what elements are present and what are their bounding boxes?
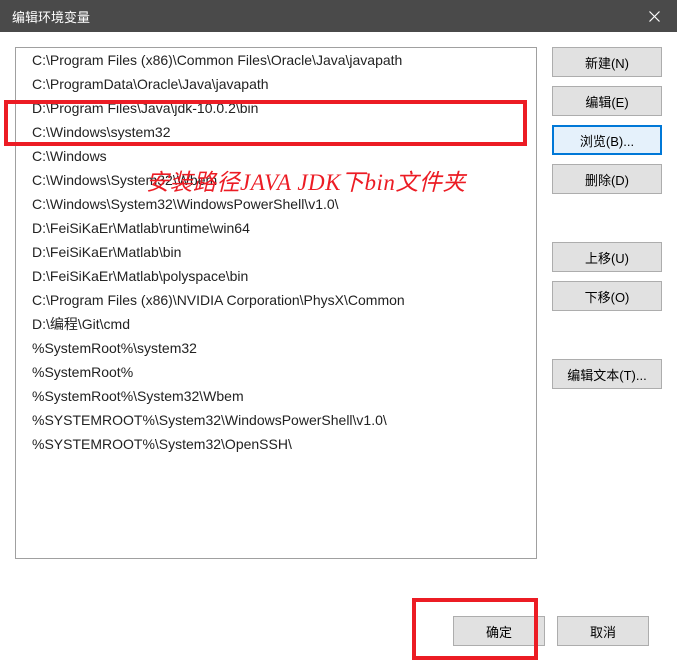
button-column: 新建(N) 编辑(E) 浏览(B)... 删除(D) 上移(U) 下移(O) 编…: [552, 47, 662, 559]
list-item[interactable]: D:\编程\Git\cmd: [16, 312, 536, 336]
browse-button[interactable]: 浏览(B)...: [552, 125, 662, 155]
new-button[interactable]: 新建(N): [552, 47, 662, 77]
list-item[interactable]: %SystemRoot%\system32: [16, 336, 536, 360]
move-up-button[interactable]: 上移(U): [552, 242, 662, 272]
list-item[interactable]: %SYSTEMROOT%\System32\OpenSSH\: [16, 432, 536, 456]
list-item[interactable]: C:\Windows\system32: [16, 120, 536, 144]
close-button[interactable]: [631, 0, 677, 32]
dialog-body: C:\Program Files (x86)\Common Files\Orac…: [0, 32, 677, 664]
delete-button[interactable]: 删除(D): [552, 164, 662, 194]
list-item[interactable]: %SYSTEMROOT%\System32\WindowsPowerShell\…: [16, 408, 536, 432]
list-item[interactable]: C:\Windows: [16, 144, 536, 168]
list-item[interactable]: D:\FeiSiKaEr\Matlab\runtime\win64: [16, 216, 536, 240]
edit-text-button[interactable]: 编辑文本(T)...: [552, 359, 662, 389]
list-item[interactable]: D:\FeiSiKaEr\Matlab\bin: [16, 240, 536, 264]
list-item[interactable]: C:\Program Files (x86)\NVIDIA Corporatio…: [16, 288, 536, 312]
cancel-button[interactable]: 取消: [557, 616, 649, 646]
list-item[interactable]: D:\Program Files\Java\jdk-10.0.2\bin: [16, 96, 536, 120]
ok-button[interactable]: 确定: [453, 616, 545, 646]
list-item[interactable]: C:\Windows\System32\Wbem: [16, 168, 536, 192]
list-item[interactable]: C:\Program Files (x86)\Common Files\Orac…: [16, 48, 536, 72]
edit-button[interactable]: 编辑(E): [552, 86, 662, 116]
list-item[interactable]: C:\ProgramData\Oracle\Java\javapath: [16, 72, 536, 96]
spacer: [552, 320, 662, 350]
list-item[interactable]: %SystemRoot%\System32\Wbem: [16, 384, 536, 408]
list-item[interactable]: C:\Windows\System32\WindowsPowerShell\v1…: [16, 192, 536, 216]
list-item[interactable]: %SystemRoot%: [16, 360, 536, 384]
titlebar: 编辑环境变量: [0, 0, 677, 32]
move-down-button[interactable]: 下移(O): [552, 281, 662, 311]
close-icon: [649, 11, 660, 22]
spacer: [552, 203, 662, 233]
path-list[interactable]: C:\Program Files (x86)\Common Files\Orac…: [15, 47, 537, 559]
bottom-buttons: 确定 取消: [453, 616, 649, 646]
window-title: 编辑环境变量: [12, 7, 90, 26]
list-item[interactable]: D:\FeiSiKaEr\Matlab\polyspace\bin: [16, 264, 536, 288]
